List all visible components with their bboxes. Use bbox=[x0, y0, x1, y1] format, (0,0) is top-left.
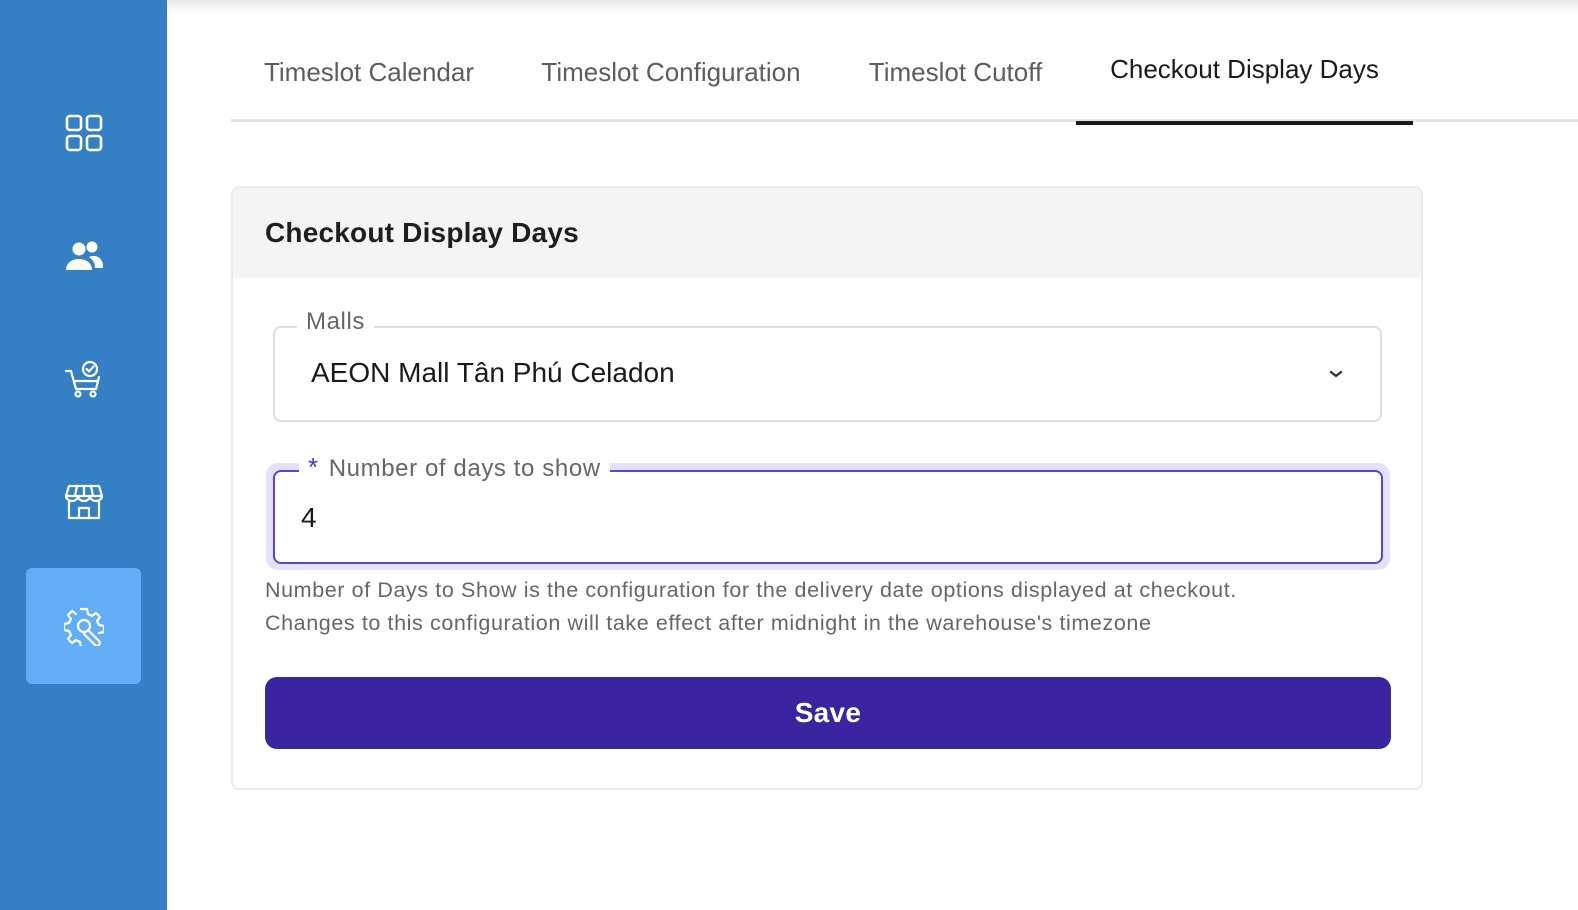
sidebar-item-dashboard[interactable] bbox=[26, 75, 141, 191]
help-line-2: Changes to this configuration will take … bbox=[265, 611, 1152, 635]
sidebar-item-users[interactable] bbox=[26, 198, 141, 314]
tab-timeslot-calendar[interactable]: Timeslot Calendar bbox=[231, 0, 507, 122]
tab-timeslot-configuration[interactable]: Timeslot Configuration bbox=[507, 0, 835, 122]
checkout-display-days-card: Checkout Display Days Malls AEON Mall Tâ… bbox=[231, 186, 1423, 790]
settings-tools-icon bbox=[63, 607, 104, 646]
malls-selected-value: AEON Mall Tân Phú Celadon bbox=[311, 357, 675, 388]
required-asterisk: * bbox=[308, 452, 319, 482]
chevron-down-icon[interactable] bbox=[1324, 362, 1348, 386]
cart-check-icon bbox=[64, 360, 100, 398]
tab-checkout-display-days[interactable]: Checkout Display Days bbox=[1076, 0, 1413, 125]
sidebar-item-stores[interactable] bbox=[26, 444, 141, 560]
tab-timeslot-cutoff[interactable]: Timeslot Cutoff bbox=[835, 0, 1076, 122]
malls-select[interactable]: Malls AEON Mall Tân Phú Celadon bbox=[273, 308, 1382, 422]
card-title: Checkout Display Days bbox=[265, 217, 579, 248]
dashboard-grid-icon bbox=[65, 114, 102, 152]
card-header: Checkout Display Days bbox=[233, 188, 1421, 278]
sidebar-item-settings[interactable] bbox=[26, 568, 141, 684]
tab-bar: Timeslot Calendar Timeslot Configuration… bbox=[231, 0, 1578, 125]
sidebar bbox=[0, 0, 167, 910]
days-help-text: Number of Days to Show is the configurat… bbox=[265, 574, 1395, 640]
malls-label: Malls bbox=[297, 308, 375, 336]
days-label: * Number of days to show bbox=[299, 452, 610, 483]
days-focus-ring: * Number of days to show bbox=[266, 452, 1390, 570]
days-input[interactable] bbox=[301, 494, 1341, 542]
save-button[interactable]: Save bbox=[265, 677, 1391, 749]
sidebar-item-orders[interactable] bbox=[26, 321, 141, 437]
days-label-text: Number of days to show bbox=[328, 455, 601, 482]
days-field: * Number of days to show bbox=[273, 452, 1383, 564]
help-line-1: Number of Days to Show is the configurat… bbox=[265, 578, 1237, 602]
users-icon bbox=[65, 241, 103, 270]
store-icon bbox=[64, 484, 103, 520]
